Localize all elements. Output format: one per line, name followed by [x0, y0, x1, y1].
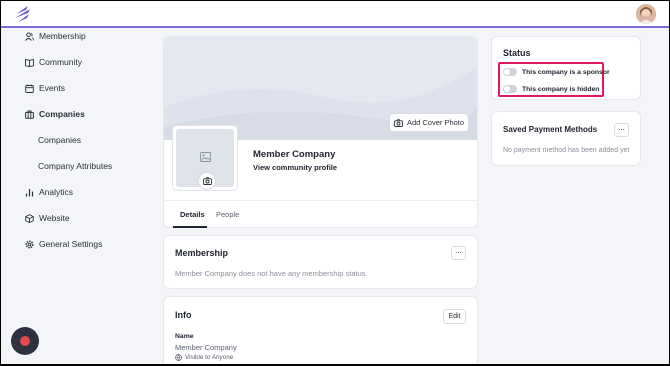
sidebar: Membership Community Events Companies Co… [1, 30, 151, 364]
calendar-icon [25, 84, 34, 93]
sidebar-item-events[interactable]: Events [25, 81, 65, 95]
globe-icon [175, 354, 182, 361]
app-window: Membership Community Events Companies Co… [1, 1, 669, 364]
sidebar-item-companies[interactable]: Companies [25, 107, 85, 121]
record-dot-icon [20, 336, 30, 346]
payment-empty-text: No payment method has been added yet [503, 147, 630, 154]
sponsor-toggle-label: This company is a sponsor [522, 68, 610, 76]
tab-people[interactable]: People [216, 210, 239, 219]
membership-card: Membership ... Member Company does not h… [163, 235, 478, 289]
book-icon [25, 58, 34, 67]
visibility-label: Visible to Anyone [185, 354, 234, 361]
cube-icon [25, 213, 34, 223]
record-button[interactable] [11, 327, 39, 355]
membership-title: Membership [175, 248, 229, 258]
briefcase-icon [25, 110, 34, 119]
logo-icon[interactable] [13, 5, 33, 23]
sidebar-subitem-companies[interactable]: Companies [38, 133, 81, 147]
sponsor-toggle-row[interactable]: This company is a sponsor [503, 66, 610, 78]
company-logo-box [172, 125, 238, 191]
active-tab-indicator [173, 226, 207, 228]
sidebar-item-general-settings[interactable]: General Settings [25, 237, 102, 251]
profile-tabs: Details People [164, 200, 477, 228]
membership-more-button[interactable]: ... [451, 246, 466, 260]
hidden-toggle-label: This company is hidden [522, 85, 600, 93]
payment-methods-card: Saved Payment Methods ... No payment met… [491, 111, 641, 166]
add-cover-photo-button[interactable]: Add Cover Photo [389, 113, 469, 132]
sidebar-item-membership[interactable]: Membership [25, 29, 86, 43]
sidebar-item-label: Events [39, 83, 65, 93]
sidebar-item-analytics[interactable]: Analytics [25, 185, 73, 199]
hidden-toggle-row[interactable]: This company is hidden [503, 83, 599, 95]
sidebar-item-label: Membership [39, 31, 86, 41]
info-title: Info [175, 310, 192, 320]
gear-icon [25, 239, 34, 249]
image-icon [200, 152, 211, 162]
sponsor-toggle[interactable] [503, 68, 517, 76]
sidebar-item-label: Companies [38, 135, 81, 145]
name-field-value: Member Company [175, 343, 237, 352]
view-community-profile-link[interactable]: View community profile [253, 163, 337, 172]
users-icon [25, 32, 34, 41]
upload-logo-button[interactable] [198, 172, 216, 190]
sidebar-item-label: Community [39, 57, 82, 67]
name-field-label: Name [175, 333, 194, 340]
status-title: Status [503, 48, 531, 58]
sidebar-subitem-company-attributes[interactable]: Company Attributes [38, 159, 112, 173]
sidebar-item-label: Website [39, 213, 70, 223]
top-bar [1, 1, 669, 28]
sidebar-item-label: Companies [39, 109, 85, 119]
sidebar-item-label: Company Attributes [38, 161, 113, 171]
payment-methods-title: Saved Payment Methods [503, 125, 598, 134]
sidebar-item-label: General Settings [39, 239, 103, 249]
status-card: Status This company is a sponsor This co… [491, 36, 641, 100]
info-edit-button[interactable]: Edit [443, 309, 466, 324]
payment-more-button[interactable]: ... [614, 123, 629, 137]
bar-chart-icon [25, 188, 34, 197]
sidebar-item-website[interactable]: Website [25, 211, 70, 225]
tab-details[interactable]: Details [180, 210, 205, 219]
info-card: Info Edit Name Member Company Visible to… [163, 296, 478, 364]
logo-placeholder [176, 129, 234, 190]
camera-icon [393, 118, 403, 127]
visibility-indicator: Visible to Anyone [175, 354, 233, 361]
user-avatar[interactable] [636, 4, 656, 24]
membership-empty-text: Member Company does not have any members… [175, 269, 366, 278]
add-cover-photo-label: Add Cover Photo [406, 118, 465, 127]
sidebar-item-community[interactable]: Community [25, 55, 82, 69]
sidebar-item-label: Analytics [39, 187, 74, 197]
company-profile-card: Add Cover Photo Member Company View comm… [163, 36, 478, 228]
company-name: Member Company [253, 149, 336, 160]
camera-icon [202, 177, 212, 185]
hidden-toggle[interactable] [503, 85, 517, 93]
